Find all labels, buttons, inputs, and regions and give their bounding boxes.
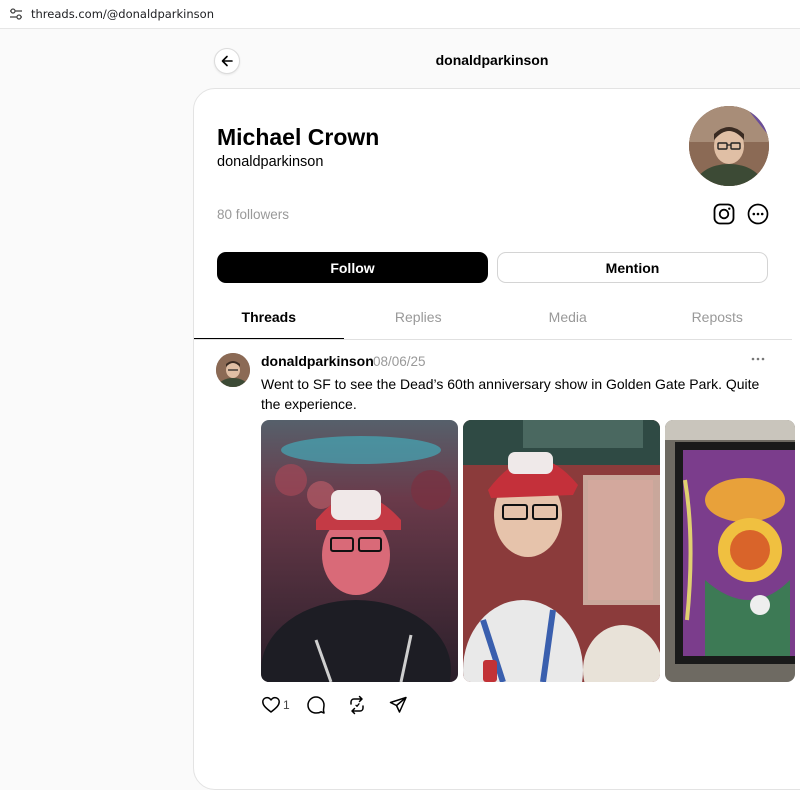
- tab-media[interactable]: Media: [493, 297, 643, 339]
- profile-tabs: Threads Replies Media Reposts: [194, 297, 792, 340]
- post-avatar[interactable]: [216, 353, 250, 387]
- followers-count[interactable]: 80 followers: [217, 207, 289, 222]
- post-username[interactable]: donaldparkinson: [261, 353, 374, 369]
- address-bar[interactable]: threads.com/@donaldparkinson: [0, 0, 800, 29]
- page-title: donaldparkinson: [435, 52, 549, 68]
- heart-icon[interactable]: [261, 695, 281, 715]
- profile-card: Michael Crown donaldparkinson 80 followe…: [193, 88, 800, 790]
- mention-button[interactable]: Mention: [497, 252, 768, 283]
- tab-replies[interactable]: Replies: [344, 297, 494, 339]
- concert-selfie-image: [261, 420, 458, 682]
- post-photo-2[interactable]: [463, 420, 660, 682]
- share-icon[interactable]: [388, 695, 408, 715]
- repost-icon[interactable]: [347, 695, 367, 715]
- post-date[interactable]: 08/06/25: [373, 354, 426, 369]
- site-settings-icon[interactable]: [9, 8, 23, 20]
- post-photo-3[interactable]: [665, 420, 795, 682]
- post-text: Went to SF to see the Dead’s 60th annive…: [261, 376, 760, 412]
- url-text[interactable]: threads.com/@donaldparkinson: [31, 7, 214, 21]
- post-more-icon[interactable]: [750, 354, 766, 364]
- more-options-icon[interactable]: [747, 203, 769, 225]
- profile-name: Michael Crown: [217, 124, 380, 150]
- poster-photo-image: [665, 420, 795, 682]
- tab-threads[interactable]: Threads: [194, 297, 344, 339]
- profile-handle: donaldparkinson: [217, 154, 324, 170]
- like-count[interactable]: 1: [283, 698, 290, 712]
- friends-photo-image: [463, 420, 660, 682]
- tab-reposts[interactable]: Reposts: [643, 297, 793, 339]
- follow-button[interactable]: Follow: [217, 252, 488, 283]
- profile-avatar[interactable]: [689, 106, 769, 186]
- instagram-icon[interactable]: [713, 203, 735, 225]
- comment-icon[interactable]: [306, 695, 326, 715]
- post-photo-1[interactable]: [261, 420, 458, 682]
- avatar-image: [216, 353, 250, 387]
- avatar-image: [689, 106, 769, 186]
